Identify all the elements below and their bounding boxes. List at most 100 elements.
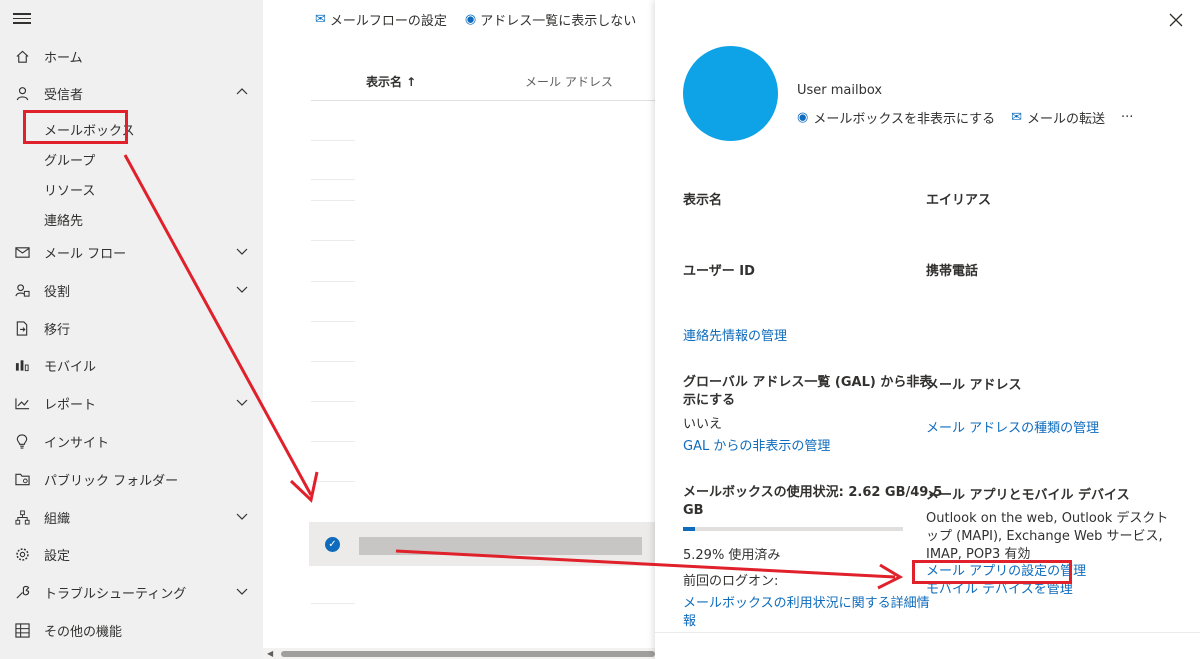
table-row[interactable]	[311, 179, 355, 180]
sidebar-item-settings[interactable]: 設定	[0, 536, 263, 572]
checkmark-icon[interactable]: ✓	[325, 537, 340, 552]
chevron-down-icon[interactable]	[235, 282, 249, 296]
sidebar-item-label: モバイル	[44, 359, 97, 375]
sidebar-item-label: パブリック フォルダー	[44, 473, 179, 489]
close-icon[interactable]	[1168, 12, 1184, 28]
table-row[interactable]	[311, 603, 355, 604]
hide-from-address-list-button[interactable]: ◉ アドレス一覧に表示しない	[465, 10, 636, 29]
mailbox-usage-progress	[683, 527, 903, 531]
sidebar-item-roles[interactable]: 役割	[0, 272, 263, 308]
chevron-down-icon[interactable]	[235, 395, 249, 409]
gal-value: いいえ	[683, 417, 723, 432]
chevron-up-icon[interactable]	[235, 85, 249, 99]
table-row[interactable]	[311, 361, 355, 362]
sidebar-item-migration[interactable]: 移行	[0, 310, 263, 346]
column-header-email[interactable]: メール アドレス	[525, 73, 613, 90]
redacted-name	[359, 537, 642, 555]
table-row[interactable]	[311, 481, 355, 482]
user-id-label: ユーザー ID	[683, 264, 755, 279]
lightbulb-icon	[0, 433, 44, 449]
sidebar-item-home[interactable]: ホーム	[0, 38, 263, 74]
chevron-down-icon[interactable]	[235, 509, 249, 523]
mailbox-type: User mailbox	[797, 83, 883, 98]
email-address-label: メール アドレス	[926, 378, 1022, 393]
grid-icon	[0, 622, 44, 638]
sidebar-item-label: 受信者	[44, 87, 84, 103]
command-bar: ✉ メールフローの設定 ◉ アドレス一覧に表示しない ✎ 編集	[315, 10, 695, 29]
sidebar-sub-contacts[interactable]: 連絡先	[44, 210, 83, 229]
sidebar-item-label: メール フロー	[44, 246, 127, 262]
annotation-box-mail-apps	[912, 560, 1072, 584]
mail-apps-value: Outlook on the web, Outlook デスクト ップ (MAP…	[926, 511, 1169, 562]
table-row[interactable]	[311, 401, 355, 402]
mail-settings-icon: ✉	[315, 12, 326, 27]
mailbox-usage-label: メールボックスの使用状況: 2.62 GB/49.5 GB	[683, 485, 943, 518]
org-icon	[0, 509, 44, 525]
sidebar-item-label: レポート	[44, 397, 97, 413]
manage-contact-link[interactable]: 連絡先情報の管理	[683, 328, 787, 346]
folder-icon	[0, 472, 44, 486]
table-row[interactable]	[311, 321, 355, 322]
table-row[interactable]	[311, 200, 355, 201]
chevron-down-icon[interactable]	[235, 244, 249, 258]
sidebar-sub-resources[interactable]: リソース	[44, 180, 95, 199]
sidebar-sub-groups[interactable]: グループ	[44, 150, 95, 169]
usage-detail-link[interactable]: メールボックスの利用状況に関する詳細情 報	[683, 595, 930, 631]
wrench-icon	[0, 585, 44, 600]
person-icon	[0, 86, 44, 101]
sidebar-item-troubleshooting[interactable]: トラブルシューティング	[0, 574, 263, 610]
sidebar-nav: ホーム 受信者 メールボックス グループ リソース 連絡先 メール フロー 役割	[0, 0, 263, 659]
scrollbar-thumb[interactable]	[281, 651, 655, 657]
home-icon	[0, 49, 44, 64]
mailbox-list-pane: ✉ メールフローの設定 ◉ アドレス一覧に表示しない ✎ 編集 表示名 ↑ メー…	[263, 0, 695, 659]
sidebar-item-label: その他の機能	[44, 624, 123, 640]
sidebar-item-label: 移行	[44, 322, 71, 338]
exchange-admin-center: ホーム 受信者 メールボックス グループ リソース 連絡先 メール フロー 役割	[0, 0, 1200, 659]
sidebar-item-label: 設定	[44, 548, 71, 564]
migration-icon	[0, 320, 44, 336]
mobile-icon	[0, 358, 44, 372]
last-logon-label: 前回のログオン:	[683, 574, 779, 589]
sidebar-item-label: 組織	[44, 511, 71, 527]
table-row[interactable]	[311, 140, 355, 141]
gal-label: グローバル アドレス一覧 (GAL) から非表 示にする	[683, 375, 933, 408]
selected-table-row[interactable]: ✓	[309, 522, 655, 566]
mail-icon: ✉	[1011, 110, 1022, 125]
more-actions-button[interactable]: ···	[1121, 108, 1133, 127]
scroll-left-icon[interactable]: ◀	[267, 649, 273, 658]
alias-label: エイリアス	[926, 193, 992, 208]
chevron-down-icon[interactable]	[235, 584, 249, 598]
roles-icon	[0, 283, 44, 298]
column-header-display-name[interactable]: 表示名 ↑	[366, 73, 416, 90]
email-types-manage-link[interactable]: メール アドレスの種類の管理	[926, 420, 1099, 438]
sidebar-item-public-folders[interactable]: パブリック フォルダー	[0, 461, 263, 497]
mail-icon	[0, 246, 44, 259]
sidebar-item-organization[interactable]: 組織	[0, 499, 263, 535]
usage-percent: 5.29% 使用済み	[683, 548, 781, 563]
panel-actions: ◉ メールボックスを非表示にする ✉ メールの転送 ···	[797, 108, 1133, 127]
mail-apps-label: メール アプリとモバイル デバイス	[926, 488, 1130, 503]
hamburger-menu-icon[interactable]	[13, 10, 31, 26]
sidebar-item-more-features[interactable]: その他の機能	[0, 612, 263, 648]
sidebar-item-label: 役割	[44, 284, 71, 300]
eye-hide-icon: ◉	[797, 110, 809, 125]
sidebar-item-mobile[interactable]: モバイル	[0, 347, 263, 383]
sidebar-item-recipients[interactable]: 受信者	[0, 75, 263, 111]
sidebar-item-label: トラブルシューティング	[44, 586, 187, 602]
sidebar-item-reports[interactable]: レポート	[0, 385, 263, 421]
forward-mail-button[interactable]: ✉ メールの転送	[1011, 108, 1105, 127]
table-row[interactable]	[311, 240, 355, 241]
avatar	[683, 46, 778, 141]
eye-hide-icon: ◉	[464, 12, 477, 27]
gear-icon	[0, 547, 44, 562]
hide-mailbox-button[interactable]: ◉ メールボックスを非表示にする	[797, 108, 995, 127]
header-divider	[311, 100, 655, 101]
horizontal-scrollbar[interactable]: ◀	[263, 648, 655, 659]
progress-fill	[683, 527, 695, 531]
gal-manage-link[interactable]: GAL からの非表示の管理	[683, 438, 830, 456]
mail-flow-settings-button[interactable]: ✉ メールフローの設定	[315, 10, 447, 29]
sidebar-item-mail-flow[interactable]: メール フロー	[0, 234, 263, 270]
table-row[interactable]	[311, 281, 355, 282]
table-row[interactable]	[311, 441, 355, 442]
sidebar-item-insights[interactable]: インサイト	[0, 423, 263, 459]
